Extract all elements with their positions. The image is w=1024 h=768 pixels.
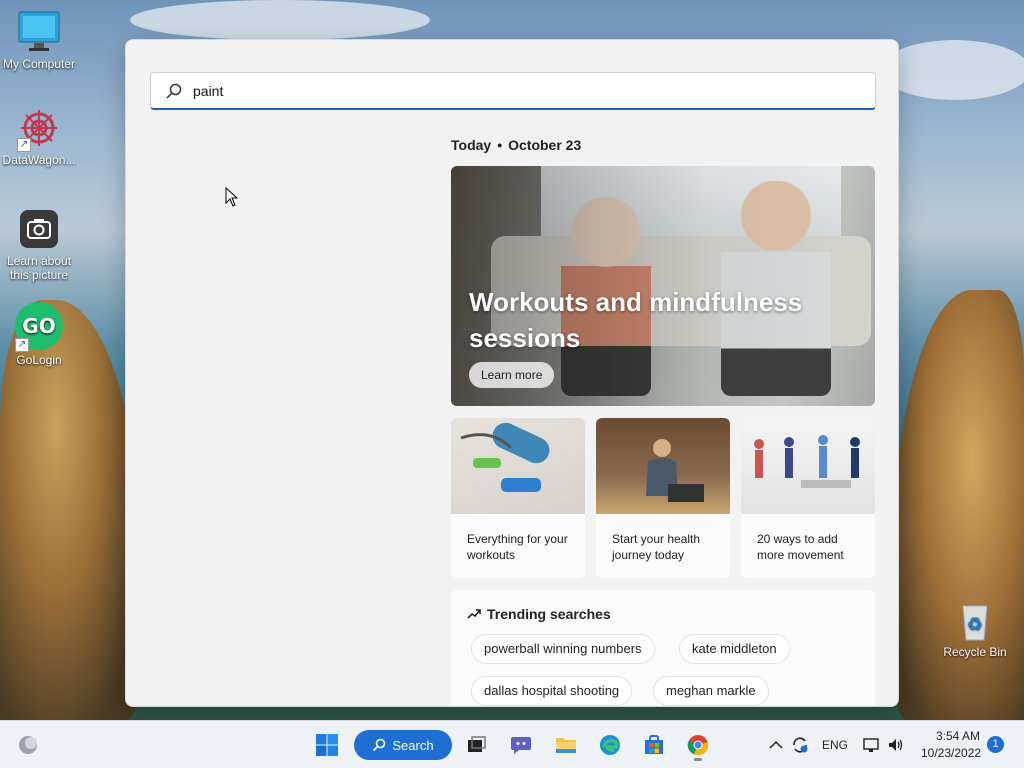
card-image-yoga-woman — [596, 418, 730, 514]
taskbar: Search ENG 3:54 AM 10/23/2022 — [0, 720, 1024, 768]
today-label: Today — [451, 137, 492, 153]
search-input[interactable] — [193, 82, 843, 99]
active-app-indicator — [694, 758, 702, 761]
content-card[interactable]: Start your health journey today — [596, 418, 730, 578]
card-text: 20 ways to add more movement — [757, 532, 844, 562]
trending-chip[interactable]: dallas hospital shooting — [471, 676, 633, 706]
svg-text:GO: GO — [22, 314, 55, 338]
taskbar-search-label: Search — [392, 737, 434, 753]
trending-chip[interactable]: meghan markle — [653, 676, 769, 706]
date-label: October 23 — [508, 137, 582, 153]
desktop-icon-label: Recycle Bin — [943, 645, 1007, 659]
desktop-icon-recycle-bin[interactable]: ♻ Recycle Bin — [936, 598, 1014, 659]
taskbar-search-button[interactable]: Search — [354, 730, 452, 760]
file-explorer-button[interactable] — [550, 729, 582, 761]
edge-icon — [600, 735, 620, 755]
microsoft-store-button[interactable] — [638, 729, 670, 761]
weather-widget-button[interactable] — [12, 729, 44, 761]
trending-chip[interactable]: powerball winning numbers — [471, 634, 655, 664]
desktop-icon-label: My Computer — [2, 57, 76, 71]
chevron-up-icon — [769, 740, 783, 749]
desktop-icon-label: Learn about this picture — [6, 254, 72, 282]
trending-chip[interactable]: kate middleton — [679, 634, 790, 664]
camera-icon — [17, 207, 61, 251]
chrome-browser-button[interactable] — [682, 729, 714, 761]
windows-logo-icon — [316, 734, 338, 756]
svg-text:♻: ♻ — [967, 614, 983, 635]
search-icon — [166, 83, 182, 99]
card-image-workout-gear — [451, 418, 585, 514]
separator-dot: • — [497, 137, 503, 153]
shortcut-arrow-icon: ↗ — [17, 138, 31, 152]
network-icon — [863, 738, 879, 752]
content-card[interactable]: Everything for your workouts — [451, 418, 585, 578]
desktop-icon-datawagon[interactable]: ↗ DataWagon... — [0, 106, 78, 167]
shortcut-arrow-icon: ↗ — [15, 338, 29, 352]
task-view-button[interactable] — [460, 729, 492, 761]
weather-icon — [19, 736, 37, 754]
learn-more-button[interactable]: Learn more — [469, 362, 555, 388]
network-button[interactable] — [860, 729, 884, 761]
card-text: Start your health journey today — [612, 532, 701, 562]
mouse-cursor-icon — [225, 187, 239, 207]
content-card[interactable]: 20 ways to add more movement — [741, 418, 875, 578]
sync-status-button[interactable] — [786, 729, 814, 761]
clock-time[interactable]: 3:54 AM — [936, 729, 980, 743]
search-box[interactable] — [150, 72, 876, 110]
notification-badge[interactable]: 1 — [987, 736, 1004, 753]
desktop-icon-my-computer[interactable]: My Computer — [0, 10, 78, 71]
card-text: Everything for your workouts — [467, 532, 568, 562]
desktop-icon-label: DataWagon... — [2, 153, 76, 167]
datawagon-logo-icon: ↗ — [17, 106, 61, 152]
today-header: Today • October 23 — [451, 137, 581, 153]
edge-browser-button[interactable] — [594, 729, 626, 761]
search-flyout: Today • October 23 Workouts and mindfulnes… — [125, 39, 899, 707]
desktop-icon-gologin[interactable]: GO ↗ GoLogin — [0, 302, 78, 367]
clock-date[interactable]: 10/23/2022 — [921, 746, 981, 760]
speaker-icon — [889, 739, 903, 751]
chat-button[interactable] — [505, 729, 537, 761]
search-icon — [373, 738, 386, 752]
card-image-group-stretching — [741, 418, 875, 514]
chrome-icon — [687, 735, 708, 756]
trending-title: Trending searches — [487, 606, 611, 622]
language-indicator[interactable]: ENG — [822, 738, 848, 752]
task-view-icon — [468, 736, 486, 752]
wallpaper-cloud — [880, 40, 1024, 100]
start-button[interactable] — [311, 729, 343, 761]
sync-icon — [793, 737, 808, 753]
monitor-icon — [17, 10, 61, 54]
desktop-icon-learn-about-picture[interactable]: Learn about this picture — [0, 207, 78, 282]
store-icon — [645, 735, 663, 754]
gologin-logo-icon: GO ↗ — [15, 302, 63, 352]
trending-searches: Trending searches powerball winning numb… — [451, 590, 875, 706]
hero-title: Workouts and mindfulness sessions — [469, 287, 803, 353]
hero-card[interactable]: Workouts and mindfulness sessions Learn … — [451, 166, 875, 406]
folder-icon — [556, 738, 576, 753]
trending-header: Trending searches — [467, 606, 611, 622]
chat-icon — [511, 737, 531, 754]
wallpaper-cloud — [130, 0, 430, 40]
desktop-icon-label: GoLogin — [16, 353, 62, 367]
volume-button[interactable] — [884, 729, 908, 761]
recycle-bin-icon: ♻ — [953, 598, 997, 642]
trending-arrow-icon — [467, 609, 481, 619]
